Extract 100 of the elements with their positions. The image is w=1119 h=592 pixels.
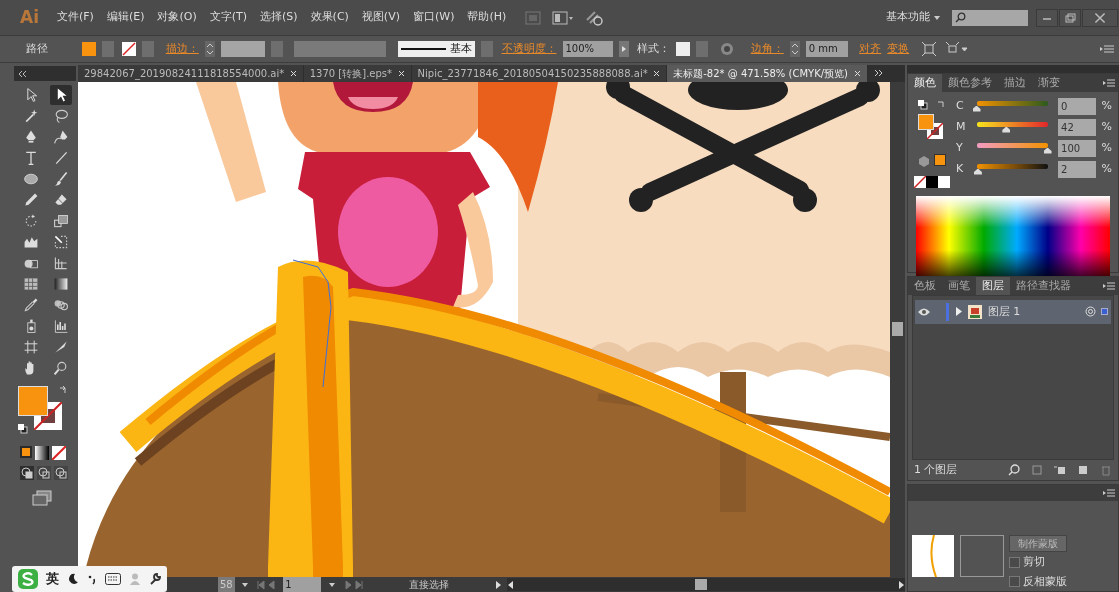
panel-tab[interactable]: 颜色 (908, 74, 942, 92)
horizontal-scrollbar[interactable] (507, 578, 905, 591)
dropdown-toggle[interactable] (101, 41, 114, 57)
caret-icon[interactable] (933, 14, 941, 21)
page-field[interactable]: 1 (283, 577, 322, 592)
document-tab[interactable]: 未标题-82* @ 471.58% (CMYK/预览) (667, 65, 868, 82)
vertical-scrollbar[interactable] (890, 82, 905, 577)
gradient-mode-button[interactable] (34, 446, 49, 460)
spinner-icon[interactable] (204, 41, 215, 57)
panel-menu-icon[interactable] (1103, 488, 1116, 497)
channel-value-field[interactable]: 42 (1058, 119, 1097, 136)
layer-row[interactable]: 图层 1 (915, 299, 1111, 324)
cube-icon[interactable] (918, 155, 930, 167)
search-field[interactable] (952, 9, 1028, 26)
wrench-icon[interactable] (149, 573, 161, 585)
fill-swatch[interactable] (918, 114, 934, 130)
scroll-right-icon[interactable] (897, 579, 905, 590)
panel-menu-icon[interactable] (1103, 79, 1116, 87)
color-mode-button[interactable] (20, 446, 32, 458)
layout-icon[interactable] (551, 10, 574, 25)
moon-icon[interactable] (67, 573, 79, 585)
draw-normal-icon[interactable] (20, 466, 34, 480)
draw-inside-icon[interactable] (53, 466, 68, 480)
menu-item[interactable]: 文件(F) (57, 9, 94, 26)
punctuation-icon[interactable] (87, 573, 97, 585)
workspace-switcher[interactable]: 基本功能 (886, 9, 931, 26)
close-icon[interactable] (1082, 8, 1118, 27)
fill-swatch[interactable] (18, 386, 48, 416)
minimize-icon[interactable] (1036, 8, 1058, 27)
style-swatch[interactable] (676, 42, 691, 56)
opacity-field[interactable]: 100% (562, 41, 613, 57)
last-page-icon[interactable] (342, 579, 365, 590)
scroll-thumb[interactable] (695, 579, 707, 590)
channel-value-field[interactable]: 100 (1058, 140, 1097, 157)
expand-arrow-icon[interactable] (954, 307, 963, 317)
menu-item[interactable]: 编辑(E) (106, 9, 145, 26)
draw-behind-icon[interactable] (36, 466, 51, 480)
collapse-icon[interactable] (16, 70, 27, 78)
scroll-left-icon[interactable] (507, 579, 515, 590)
slider-thumb[interactable] (1043, 147, 1052, 154)
menu-item[interactable]: 文字(T) (209, 9, 247, 26)
color-swatch[interactable] (938, 176, 950, 188)
document-tab[interactable]: 1370 [转换].eps* (303, 65, 412, 82)
screen-mode-icon[interactable] (32, 490, 52, 506)
eye-icon[interactable] (917, 307, 930, 316)
panel-tab[interactable]: 图层 (976, 276, 1010, 295)
stroke-weight-field[interactable] (220, 41, 265, 57)
default-colors-icon[interactable] (18, 424, 28, 434)
menu-item[interactable]: 选择(S) (260, 9, 298, 26)
ime-logo-icon[interactable] (18, 569, 38, 589)
slider-thumb[interactable] (973, 168, 982, 175)
menu-item[interactable]: 帮助(H) (467, 9, 507, 26)
channel-value-field[interactable]: 0 (1058, 98, 1097, 115)
slider-thumb[interactable] (972, 105, 981, 112)
target-icon[interactable] (1084, 306, 1096, 318)
input-mode-label[interactable]: 英 (46, 569, 59, 589)
slider-thumb[interactable] (1002, 126, 1011, 133)
dropdown-toggle[interactable] (270, 41, 283, 57)
stroke-none-swatch[interactable] (122, 42, 137, 56)
panel-menu-icon[interactable] (1099, 44, 1114, 54)
play-icon[interactable] (618, 41, 629, 57)
menu-item[interactable]: 效果(C) (310, 9, 349, 26)
search-icon[interactable] (1008, 463, 1020, 476)
stroke-profile-dropdown[interactable]: 基本 (397, 41, 475, 57)
spinner-icon[interactable] (789, 41, 800, 57)
document-tab[interactable]: Nipic_23771846_20180504150235888088.ai* (411, 65, 668, 82)
play-icon[interactable] (493, 579, 502, 590)
align-link[interactable]: 对齐 (859, 40, 882, 58)
stroke-label[interactable]: 描边： (165, 40, 199, 58)
panel-menu-icon[interactable] (1103, 281, 1116, 290)
variable-width-field[interactable] (294, 41, 387, 57)
isolate-icon[interactable] (920, 42, 937, 56)
corner-label[interactable]: 边角： (750, 40, 784, 58)
checkbox[interactable] (1009, 576, 1020, 588)
restore-icon[interactable] (1059, 8, 1081, 27)
fill-swatch[interactable] (81, 42, 96, 56)
ime-floating-menu[interactable]: 英 (12, 566, 167, 592)
color-swatch[interactable] (926, 176, 938, 188)
layer-name[interactable]: 图层 1 (987, 303, 1080, 320)
color-swatch[interactable] (934, 154, 946, 166)
keyboard-icon[interactable] (105, 573, 121, 585)
make-mask-button[interactable]: 制作蒙版 (1009, 534, 1067, 552)
new-sublayer-icon[interactable] (1054, 463, 1066, 476)
transform-link[interactable]: 变换 (887, 40, 910, 58)
checkbox[interactable] (1009, 557, 1020, 568)
channel-value-field[interactable]: 2 (1058, 161, 1097, 178)
swap-icon[interactable] (58, 386, 68, 396)
dropdown-toggle[interactable] (696, 41, 709, 57)
default-colors-icon[interactable] (918, 100, 928, 110)
dropdown-toggle[interactable] (480, 41, 493, 57)
none-swatch[interactable] (914, 176, 926, 188)
menu-item[interactable]: 窗口(W) (412, 9, 455, 26)
none-mode-button[interactable] (51, 446, 66, 460)
new-layer-icon[interactable] (1077, 463, 1089, 476)
corner-field[interactable]: 0 mm (805, 41, 848, 57)
dropdown-toggle[interactable] (142, 41, 155, 57)
menu-item[interactable]: 视图(V) (361, 9, 400, 26)
scroll-thumb[interactable] (892, 322, 903, 336)
menu-item[interactable]: 对象(O) (157, 9, 197, 26)
document-tab[interactable]: 29842067_20190824111818554000.ai* (78, 65, 304, 82)
